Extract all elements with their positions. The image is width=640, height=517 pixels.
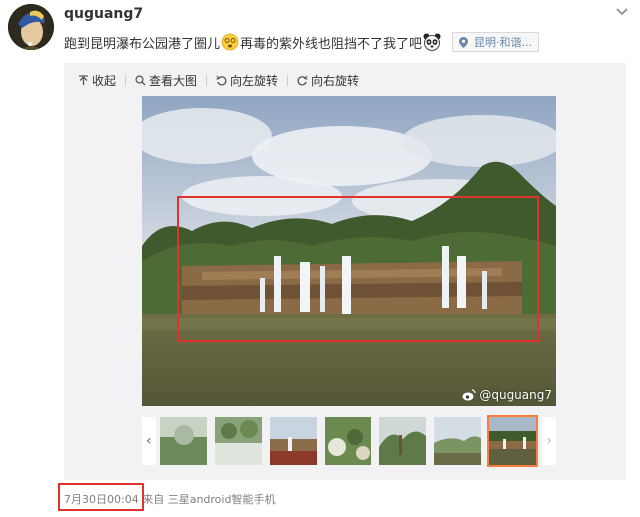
- rotate-left-button[interactable]: 向左旋转: [216, 72, 278, 89]
- location-pin-icon: [459, 36, 469, 48]
- location-label: 昆明·和谐...: [474, 36, 533, 49]
- media-toolbar: 收起 查看大图 向左旋转 向右旋转: [78, 71, 359, 89]
- thumbnail[interactable]: [269, 417, 317, 465]
- rotate-left-icon: [216, 75, 227, 85]
- source-app[interactable]: 三星android智能手机: [168, 493, 276, 506]
- thumbnail[interactable]: [434, 417, 482, 465]
- location-tag[interactable]: 昆明·和谐...: [452, 32, 540, 52]
- panda-face-icon: [423, 33, 441, 51]
- dizzy-face-icon: [221, 33, 239, 51]
- chevron-down-icon[interactable]: [614, 4, 630, 20]
- next-thumbnail-button[interactable]: ›: [542, 417, 556, 465]
- thumbnail-strip: ‹ ›: [142, 415, 556, 467]
- thumbnail-selected[interactable]: [487, 415, 539, 467]
- post-text-part2: 再毒的紫外线也阻挡不了我了吧: [240, 36, 423, 52]
- post-text-part1: 跑到昆明瀑布公园港了圈儿: [64, 36, 221, 52]
- rotate-right-label: 向右旋转: [311, 73, 360, 88]
- divider: [287, 74, 289, 86]
- collapse-icon: [79, 74, 88, 85]
- prev-thumbnail-button[interactable]: ‹: [142, 417, 156, 465]
- rotate-right-button[interactable]: 向右旋转: [297, 72, 359, 89]
- thumbnail[interactable]: [214, 417, 262, 465]
- view-large-button[interactable]: 查看大图: [135, 72, 197, 89]
- avatar[interactable]: [8, 4, 54, 50]
- magnifier-icon: [135, 74, 146, 85]
- timestamp-highlight-box: [58, 483, 144, 511]
- divider: [125, 74, 127, 86]
- collapse-label: 收起: [92, 73, 117, 88]
- divider: [206, 74, 208, 86]
- from-label: 来自: [142, 493, 165, 506]
- post-text: 跑到昆明瀑布公园港了圈儿 再毒的紫外线也阻挡不了我了吧 昆明·和谐...: [64, 32, 540, 52]
- weibo-logo-icon: [462, 389, 476, 401]
- rotate-left-label: 向左旋转: [230, 73, 279, 88]
- rotate-right-icon: [297, 75, 308, 85]
- waterfall-highlight-box: [177, 196, 539, 342]
- view-large-label: 查看大图: [149, 73, 198, 88]
- thumbnail[interactable]: [324, 417, 372, 465]
- username[interactable]: quguang7: [64, 6, 143, 22]
- photo-watermark: @quguang7: [462, 388, 552, 402]
- watermark-text: @quguang7: [479, 388, 552, 402]
- collapse-button[interactable]: 收起: [78, 72, 116, 89]
- thumbnail[interactable]: [159, 417, 207, 465]
- thumbnail[interactable]: [379, 417, 427, 465]
